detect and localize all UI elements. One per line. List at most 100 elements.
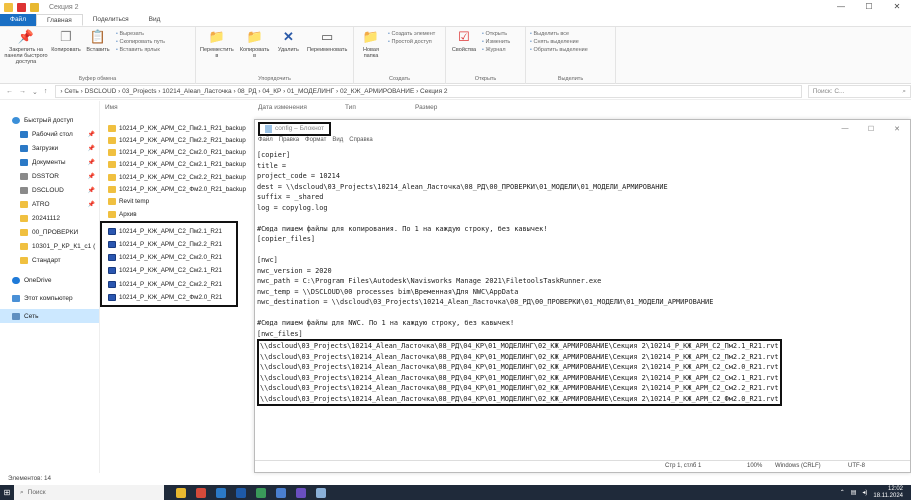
notepad-app-icon[interactable] bbox=[316, 487, 326, 498]
cut-button[interactable]: Вырезать bbox=[116, 31, 165, 37]
notepad-close-button[interactable]: ✕ bbox=[884, 125, 910, 133]
folder-icon bbox=[20, 256, 28, 264]
file-name: 10214_Р_КЖ_АРМ_С2_См2.2_R21_backup bbox=[119, 173, 246, 181]
folder-row[interactable]: Revit temp bbox=[108, 196, 149, 208]
column-type[interactable]: Тип bbox=[345, 104, 356, 111]
excel-app-icon[interactable] bbox=[256, 487, 266, 498]
notepad-minimize-button[interactable]: — bbox=[832, 125, 858, 133]
close-button[interactable]: ✕ bbox=[883, 0, 911, 14]
tab-share[interactable]: Поделиться bbox=[83, 14, 139, 26]
folder-row[interactable]: 10214_Р_КЖ_АРМ_С2_Пм2.2_R21_backup bbox=[108, 134, 246, 146]
tab-home[interactable]: Главная bbox=[35, 14, 83, 26]
properties-icon[interactable] bbox=[17, 2, 26, 12]
text-line: [copier] bbox=[257, 151, 291, 159]
chrome-app-icon[interactable] bbox=[196, 487, 206, 498]
vertical-scrollbar[interactable] bbox=[902, 150, 910, 460]
edit-button[interactable]: Изменить bbox=[482, 39, 510, 45]
column-date[interactable]: Дата изменения bbox=[258, 104, 307, 111]
folder-row[interactable]: 10214_Р_КЖ_АРМ_С2_См2.0_R21_backup bbox=[108, 147, 246, 159]
pin-icon[interactable]: 📌 bbox=[88, 159, 95, 166]
nav-item[interactable]: Рабочий стол 📌 bbox=[0, 127, 99, 141]
column-size[interactable]: Размер bbox=[415, 104, 437, 111]
forward-arrow-icon[interactable]: → bbox=[19, 88, 26, 96]
folder-row[interactable]: 10214_Р_КЖ_АРМ_С2_См2.2_R21_backup bbox=[108, 171, 246, 183]
menu-help[interactable]: Справка bbox=[349, 137, 373, 146]
rvt-files-highlight bbox=[100, 221, 238, 307]
file-name: 10214_Р_КЖ_АРМ_С2_Фм2.0_R21_backup bbox=[119, 186, 247, 193]
start-button[interactable]: ⊞ bbox=[0, 485, 14, 500]
window-title: Секция 2 bbox=[49, 3, 79, 11]
pin-icon[interactable]: 📌 bbox=[88, 145, 95, 152]
folder-row[interactable]: 10214_Р_КЖ_АРМ_С2_Фм2.0_R21_backup bbox=[108, 184, 246, 196]
paste-shortcut-button[interactable]: Вставить ярлык bbox=[116, 47, 165, 53]
nav-item[interactable]: 20241112 bbox=[0, 211, 99, 225]
select-all-button[interactable]: Выделить все bbox=[530, 31, 588, 37]
notepad-menu-bar: Файл Правка Формат Вид Справка bbox=[255, 137, 910, 146]
explorer-title-bar: Секция 2 — ☐ ✕ bbox=[0, 0, 911, 14]
nav-item[interactable]: Этот компьютер bbox=[0, 291, 99, 305]
up-arrow-icon[interactable]: ↑ bbox=[44, 88, 48, 96]
star-icon bbox=[12, 116, 20, 124]
network-icon[interactable]: ▤ bbox=[851, 489, 857, 496]
new-item-button[interactable]: Создать элемент bbox=[388, 31, 435, 37]
chevron-up-icon[interactable]: ⌃ bbox=[840, 489, 845, 496]
folder-row[interactable]: 10214_Р_КЖ_АРМ_С2_Пм2.1_R21_backup bbox=[108, 122, 246, 134]
tab-file[interactable]: Файл bbox=[0, 14, 36, 26]
revit-app-icon[interactable] bbox=[276, 487, 286, 498]
new-folder-icon[interactable] bbox=[30, 2, 39, 12]
notepad-maximize-button[interactable]: ☐ bbox=[858, 125, 884, 133]
text-line: title = bbox=[257, 161, 287, 170]
edge-app-icon[interactable] bbox=[216, 487, 226, 498]
pin-icon[interactable]: 📌 bbox=[88, 131, 95, 138]
nav-item[interactable]: DSSTOR 📌 bbox=[0, 169, 99, 183]
search-icon: ⌕ bbox=[902, 88, 906, 95]
menu-edit[interactable]: Правка bbox=[279, 137, 299, 146]
nav-item[interactable]: DSCLOUD 📌 bbox=[0, 183, 99, 197]
clock[interactable]: 12:02 18.11.2024 bbox=[873, 486, 903, 499]
menu-format[interactable]: Формат bbox=[305, 137, 326, 146]
menu-file[interactable]: Файл bbox=[258, 137, 273, 146]
column-name[interactable]: Имя bbox=[105, 104, 118, 111]
nav-item[interactable]: Быстрый доступ bbox=[0, 113, 99, 127]
volume-icon[interactable]: ◂) bbox=[862, 489, 867, 496]
paste-icon: 📋 bbox=[89, 29, 107, 44]
history-button[interactable]: Журнал bbox=[482, 47, 510, 53]
tab-view[interactable]: Вид bbox=[139, 14, 171, 26]
menu-view[interactable]: Вид bbox=[332, 137, 343, 146]
pin-icon[interactable]: 📌 bbox=[88, 187, 95, 194]
back-arrow-icon[interactable]: ← bbox=[6, 88, 13, 96]
pin-icon[interactable]: 📌 bbox=[88, 201, 95, 208]
open-button[interactable]: Открыть bbox=[482, 31, 510, 37]
rvt-path-line: \\dscloud\03_Projects\10214_Alean_Ласточ… bbox=[260, 363, 779, 371]
folder-row[interactable]: 10214_Р_КЖ_АРМ_С2_См2.1_R21_backup bbox=[108, 159, 246, 171]
copy-path-button[interactable]: Скопировать путь bbox=[116, 39, 165, 45]
create-group: 📁 Новая папка Создать элемент Простой до… bbox=[354, 27, 446, 84]
nav-item[interactable]: 00_ПРОВЕРКИ bbox=[0, 225, 99, 239]
notepad-text-area[interactable]: [copier] title = project_code = 10214 dest … bbox=[257, 150, 782, 406]
teams-app-icon[interactable] bbox=[296, 487, 306, 498]
explorer-app-icon[interactable] bbox=[176, 487, 186, 498]
pin-icon[interactable]: 📌 bbox=[88, 173, 95, 180]
text-line: nwc_path = C:\Program Files\Autodesk\Nav… bbox=[257, 277, 602, 285]
easy-access-button[interactable]: Простой доступ bbox=[388, 39, 435, 45]
nav-item[interactable]: 10301_Р_КР_К1_с1 ( bbox=[0, 239, 99, 253]
nav-item[interactable]: Сеть bbox=[0, 309, 99, 323]
nav-item[interactable]: OneDrive bbox=[0, 273, 99, 287]
maximize-button[interactable]: ☐ bbox=[855, 0, 883, 14]
organize-group: 📁 Переместить в 📁 Копировать в ✕ Удалить… bbox=[196, 27, 354, 84]
select-none-button[interactable]: Снять выделение bbox=[530, 39, 588, 45]
nav-item[interactable]: Документы 📌 bbox=[0, 155, 99, 169]
search-input[interactable]: Поиск: С... ⌕ bbox=[807, 85, 911, 98]
folder-row[interactable]: Архив bbox=[108, 208, 137, 220]
nav-item[interactable]: ATRO 📌 bbox=[0, 197, 99, 211]
address-path[interactable]: › Сеть › DSCLOUD › 03_Projects › 10214_A… bbox=[55, 85, 802, 98]
taskbar-search[interactable]: ⌕ Поиск bbox=[14, 485, 164, 500]
text-line: [nwc] bbox=[257, 256, 278, 264]
minimize-button[interactable]: — bbox=[827, 0, 855, 14]
nav-item-label: Этот компьютер bbox=[24, 294, 73, 302]
nav-item[interactable]: Стандарт bbox=[0, 253, 99, 267]
outlook-app-icon[interactable] bbox=[236, 487, 246, 498]
chevron-down-icon[interactable]: ⌄ bbox=[32, 88, 38, 96]
nav-item[interactable]: Загрузки 📌 bbox=[0, 141, 99, 155]
invert-selection-button[interactable]: Обратить выделение bbox=[530, 47, 587, 53]
